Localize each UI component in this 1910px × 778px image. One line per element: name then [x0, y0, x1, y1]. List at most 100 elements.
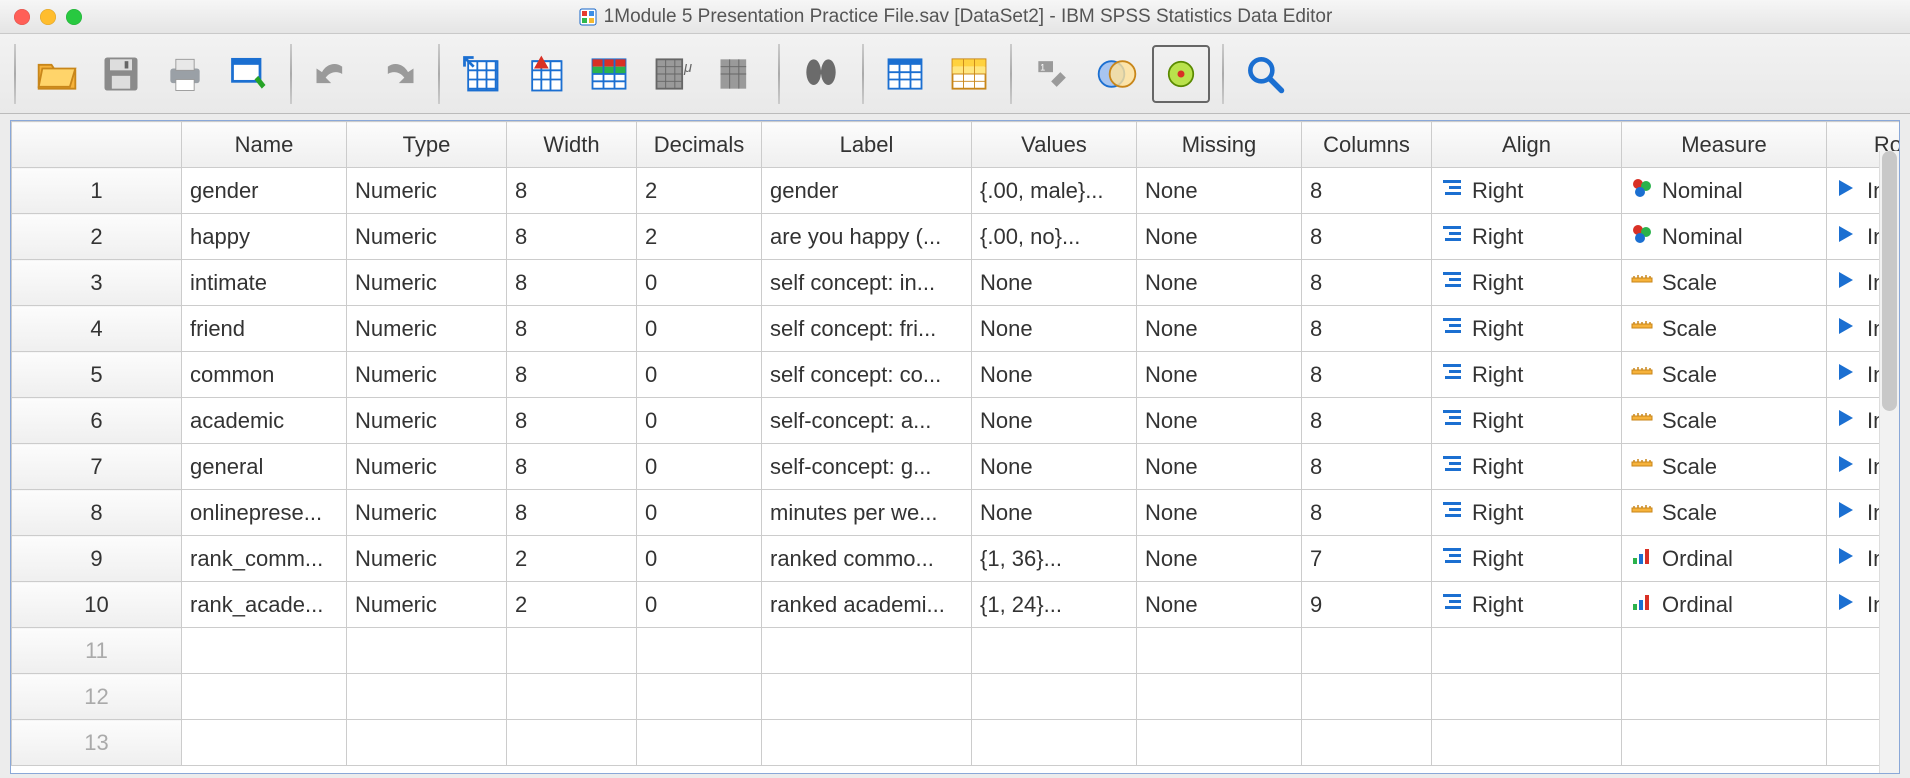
cell-measure[interactable]: Ordinal — [1622, 536, 1827, 582]
cell-columns[interactable]: 8 — [1302, 214, 1432, 260]
cell-name[interactable]: onlineprese... — [182, 490, 347, 536]
cell-width[interactable]: 8 — [507, 352, 637, 398]
cell-decimals[interactable]: 0 — [637, 352, 762, 398]
cell-missing[interactable]: None — [1137, 260, 1302, 306]
cell-label[interactable]: self-concept: a... — [762, 398, 972, 444]
table-row[interactable]: 3intimateNumeric80self concept: in...Non… — [12, 260, 1900, 306]
cell-columns[interactable]: 8 — [1302, 168, 1432, 214]
cell-columns[interactable]: 8 — [1302, 490, 1432, 536]
cell-decimals[interactable]: 2 — [637, 214, 762, 260]
minimize-window-button[interactable] — [40, 9, 56, 25]
cell-columns[interactable]: 8 — [1302, 260, 1432, 306]
open-file-button[interactable] — [28, 45, 86, 103]
cell-width[interactable]: 8 — [507, 398, 637, 444]
close-window-button[interactable] — [14, 9, 30, 25]
cell-values[interactable]: {.00, male}... — [972, 168, 1137, 214]
cell-type[interactable]: Numeric — [347, 260, 507, 306]
recall-dialog-button[interactable] — [220, 45, 278, 103]
row-number[interactable]: 12 — [12, 674, 182, 720]
select-cases-button[interactable]: 1 — [1024, 45, 1082, 103]
cell-align[interactable]: Right — [1432, 536, 1622, 582]
goto-variable-button[interactable] — [516, 45, 574, 103]
row-number[interactable]: 2 — [12, 214, 182, 260]
cell-align[interactable]: Right — [1432, 352, 1622, 398]
cell-type[interactable]: Numeric — [347, 168, 507, 214]
cell-measure[interactable]: Nominal — [1622, 168, 1827, 214]
cell-values[interactable]: None — [972, 306, 1137, 352]
cell-label[interactable]: self concept: in... — [762, 260, 972, 306]
table-row-empty[interactable]: 11 — [12, 628, 1900, 674]
cell-align[interactable]: Right — [1432, 398, 1622, 444]
cell-missing[interactable]: None — [1137, 536, 1302, 582]
grid-scroll-area[interactable]: Name Type Width Decimals Label Values Mi… — [11, 121, 1899, 773]
cell-name[interactable]: general — [182, 444, 347, 490]
redo-button[interactable] — [368, 45, 426, 103]
col-header-name[interactable]: Name — [182, 122, 347, 168]
cell-width[interactable]: 8 — [507, 260, 637, 306]
table-row[interactable]: 7generalNumeric80self-concept: g...NoneN… — [12, 444, 1900, 490]
cell-name[interactable]: intimate — [182, 260, 347, 306]
row-number[interactable]: 4 — [12, 306, 182, 352]
cell-label[interactable]: gender — [762, 168, 972, 214]
cell-align[interactable]: Right — [1432, 260, 1622, 306]
cell-name[interactable]: rank_comm... — [182, 536, 347, 582]
col-header-measure[interactable]: Measure — [1622, 122, 1827, 168]
cell-label[interactable]: self concept: co... — [762, 352, 972, 398]
use-variable-sets-button[interactable] — [1152, 45, 1210, 103]
cell-decimals[interactable]: 0 — [637, 306, 762, 352]
table-row[interactable]: 1genderNumeric82gender{.00, male}...None… — [12, 168, 1900, 214]
cell-align[interactable]: Right — [1432, 168, 1622, 214]
table-row[interactable]: 9rank_comm...Numeric20ranked commo...{1,… — [12, 536, 1900, 582]
cell-columns[interactable]: 7 — [1302, 536, 1432, 582]
row-number[interactable]: 3 — [12, 260, 182, 306]
cell-values[interactable]: None — [972, 398, 1137, 444]
cell-name[interactable]: friend — [182, 306, 347, 352]
cell-name[interactable]: academic — [182, 398, 347, 444]
cell-values[interactable]: {1, 24}... — [972, 582, 1137, 628]
table-row-empty[interactable]: 13 — [12, 720, 1900, 766]
col-header-missing[interactable]: Missing — [1137, 122, 1302, 168]
cell-values[interactable]: None — [972, 352, 1137, 398]
cell-measure[interactable]: Scale — [1622, 260, 1827, 306]
cell-align[interactable]: Right — [1432, 214, 1622, 260]
variables-button[interactable] — [580, 45, 638, 103]
goto-case-button[interactable] — [452, 45, 510, 103]
row-number[interactable]: 7 — [12, 444, 182, 490]
col-header-align[interactable]: Align — [1432, 122, 1622, 168]
cell-type[interactable]: Numeric — [347, 536, 507, 582]
col-header-decimals[interactable]: Decimals — [637, 122, 762, 168]
cell-columns[interactable]: 8 — [1302, 352, 1432, 398]
cell-columns[interactable]: 8 — [1302, 444, 1432, 490]
cell-missing[interactable]: None — [1137, 214, 1302, 260]
row-number[interactable]: 9 — [12, 536, 182, 582]
cell-missing[interactable]: None — [1137, 490, 1302, 536]
row-number[interactable]: 13 — [12, 720, 182, 766]
row-number[interactable]: 8 — [12, 490, 182, 536]
cell-missing[interactable]: None — [1137, 398, 1302, 444]
row-number[interactable]: 11 — [12, 628, 182, 674]
cell-name[interactable]: common — [182, 352, 347, 398]
value-labels-button[interactable] — [1088, 45, 1146, 103]
cell-measure[interactable]: Ordinal — [1622, 582, 1827, 628]
cell-values[interactable]: None — [972, 444, 1137, 490]
table-row[interactable]: 8onlineprese...Numeric80minutes per we..… — [12, 490, 1900, 536]
run-syntax-button[interactable]: μ — [644, 45, 702, 103]
undo-button[interactable] — [304, 45, 362, 103]
cell-measure[interactable]: Scale — [1622, 352, 1827, 398]
cell-width[interactable]: 2 — [507, 536, 637, 582]
cell-measure[interactable]: Scale — [1622, 306, 1827, 352]
col-header-values[interactable]: Values — [972, 122, 1137, 168]
cell-values[interactable]: None — [972, 260, 1137, 306]
cell-align[interactable]: Right — [1432, 582, 1622, 628]
table-row[interactable]: 2happyNumeric82are you happy (...{.00, n… — [12, 214, 1900, 260]
cell-decimals[interactable]: 0 — [637, 260, 762, 306]
cell-width[interactable]: 8 — [507, 490, 637, 536]
cell-columns[interactable]: 8 — [1302, 398, 1432, 444]
cell-type[interactable]: Numeric — [347, 306, 507, 352]
cell-decimals[interactable]: 0 — [637, 444, 762, 490]
split-file-button[interactable] — [876, 45, 934, 103]
table-row-empty[interactable]: 12 — [12, 674, 1900, 720]
cell-decimals[interactable]: 0 — [637, 582, 762, 628]
row-number[interactable]: 6 — [12, 398, 182, 444]
cell-missing[interactable]: None — [1137, 352, 1302, 398]
